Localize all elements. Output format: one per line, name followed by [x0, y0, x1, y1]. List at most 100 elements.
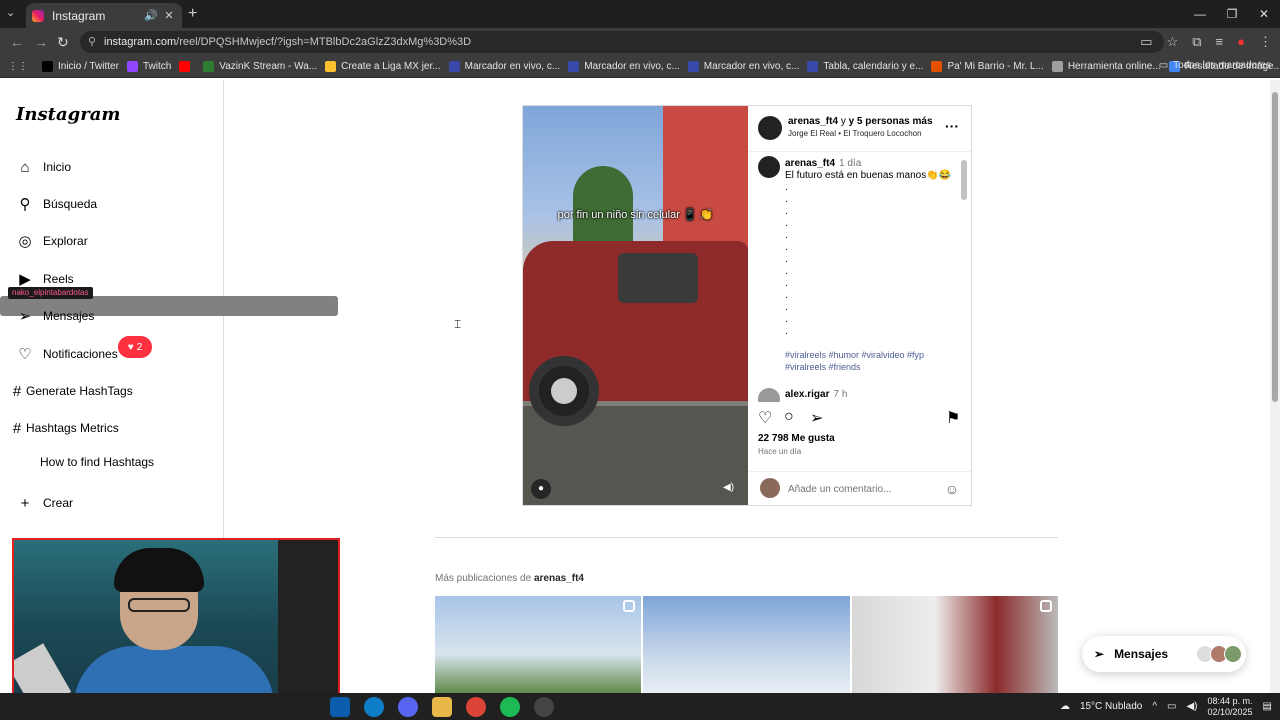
bookmark-item[interactable]: Marcador en vivo, c... [687, 61, 799, 72]
obs-icon[interactable] [534, 697, 554, 717]
commenter-avatar[interactable] [758, 388, 780, 402]
bookmark-item[interactable]: VazinK Stream - Wa... [203, 61, 317, 72]
sidebar-item-hashtags-metrics[interactable]: # Hashtags Metrics [8, 419, 119, 437]
comment-author[interactable]: arenas_ft4 1 día [785, 158, 861, 169]
reload-icon[interactable]: ↻ [57, 34, 69, 51]
bookmark-item[interactable]: Create a Liga MX jer... [325, 61, 441, 72]
volume-icon[interactable]: ◀) [1186, 701, 1197, 712]
streamer-hair [114, 548, 204, 592]
sidebar-item-inicio[interactable]: ⌂ Inicio [16, 158, 71, 176]
bookmark-favicon-icon [1051, 61, 1063, 72]
page-scroll-thumb[interactable] [1272, 92, 1278, 402]
all-bookmarks[interactable]: ▭ Todos los marcadores [1159, 60, 1271, 71]
tagged-users-icon[interactable]: ● [531, 479, 551, 499]
site-info-icon[interactable]: ⚲ [88, 31, 96, 53]
like-icon[interactable]: ♡ [758, 408, 772, 428]
sidebar-item-reels[interactable]: ▶ Reels [16, 270, 73, 288]
edge-icon[interactable] [364, 697, 384, 717]
comment-author-avatar[interactable] [758, 156, 780, 178]
comments-scrollbar[interactable] [961, 154, 967, 394]
extensions-icon[interactable]: ⧉ [1192, 34, 1201, 50]
sidebar-item-explorar[interactable]: ◎ Explorar [16, 232, 88, 250]
clock[interactable]: 08:44 p. m. 02/10/2025 [1208, 696, 1253, 718]
clock-date: 02/10/2025 [1207, 706, 1253, 717]
sidebar-item-busqueda[interactable]: ⚲ Búsqueda [16, 195, 98, 213]
spotify-icon[interactable] [500, 697, 520, 717]
post-thumbnail[interactable] [643, 596, 850, 693]
more-posts-author[interactable]: arenas_ft4 [534, 573, 584, 584]
file-explorer-icon[interactable] [432, 697, 452, 717]
save-icon[interactable]: ⚑ [946, 408, 960, 428]
bookmark-item[interactable]: Twitch [126, 61, 171, 72]
bookmark-item[interactable] [179, 61, 195, 72]
close-tab-icon[interactable]: ✕ [162, 9, 176, 22]
mute-icon[interactable]: ◀) [723, 482, 734, 493]
bookmark-item[interactable]: Pa' Mi Barrio - Mr. L... [931, 61, 1044, 72]
bookmark-item[interactable]: Tabla, calendario y e... [807, 61, 923, 72]
app-icon[interactable] [330, 697, 350, 717]
new-tab-icon[interactable]: + [188, 5, 197, 23]
back-icon[interactable]: ← [10, 34, 24, 50]
notifications-icon[interactable]: ▤ [1263, 701, 1272, 712]
next-comment[interactable]: alex.rigar 7 h [785, 389, 847, 400]
audio-icon[interactable]: 🔊 [144, 9, 158, 22]
comment-hashtags[interactable]: #viralreels #humor #viralvideo #fyp #vir… [785, 349, 945, 373]
restore-icon[interactable]: ❐ [1216, 0, 1248, 28]
coauthors-link[interactable]: y 5 personas más [849, 116, 933, 127]
post-thumbnail[interactable] [435, 596, 642, 693]
tab-search-icon[interactable]: ⌄ [6, 6, 15, 19]
post-author[interactable]: arenas_ft4 y y 5 personas más [788, 116, 933, 127]
bookmark-item[interactable]: Inicio / Twitter [42, 61, 119, 72]
comment-input[interactable]: Añade un comentario... [788, 484, 891, 495]
bookmarks-bar: ⋮⋮ Inicio / Twitter Twitch VazinK Stream -… [0, 56, 1280, 78]
cast-icon[interactable]: ▭ [1140, 34, 1152, 50]
author-avatar[interactable] [758, 116, 782, 140]
post-thumbnail[interactable] [851, 596, 1058, 693]
reel-video[interactable]: por fin un niño sin celular 📱 👏 ● ◀) [523, 106, 748, 505]
media-icon[interactable]: ≡ [1216, 34, 1224, 50]
user-avatar [760, 478, 780, 498]
page-scrollbar[interactable] [1270, 80, 1280, 693]
emoji-icon[interactable]: ☺ [945, 481, 959, 497]
tab-instagram[interactable]: Instagram 🔊 ✕ [26, 3, 182, 28]
apps-icon[interactable]: ⋮⋮ [8, 61, 28, 72]
sidebar-item-notificaciones[interactable]: ♡ Notificaciones [16, 345, 117, 363]
sidebar-item-mensajes[interactable]: ➢ Mensajes [16, 307, 95, 325]
hash-icon: # [12, 419, 22, 437]
share-icon[interactable]: ➢ [810, 408, 823, 428]
sidebar-item-how-to-find-hashtags[interactable]: How to find Hashtags [40, 455, 154, 469]
sidebar-item-generate-hashtags[interactable]: # Generate HashTags [8, 382, 133, 400]
likes-count[interactable]: 22 798 Me gusta [758, 433, 835, 444]
comments-scroll-thumb[interactable] [961, 160, 967, 200]
next-commenter-name[interactable]: alex.rigar [785, 389, 829, 400]
instagram-logo[interactable]: Instagram [16, 104, 120, 125]
author-name[interactable]: arenas_ft4 [788, 116, 838, 127]
bookmark-item[interactable]: Marcador en vivo, c... [568, 61, 680, 72]
forward-icon[interactable]: → [34, 34, 48, 50]
weather-label[interactable]: 15°C Nublado [1080, 701, 1142, 712]
chrome-icon[interactable] [466, 697, 486, 717]
instagram-favicon-icon [32, 9, 44, 22]
more-options-icon[interactable]: ··· [945, 118, 959, 134]
discord-icon[interactable] [398, 697, 418, 717]
address-bar[interactable]: ⚲ instagram.com/reel/DPQSHMwjecf/?igsh=M… [80, 31, 1164, 53]
tray-chevron-icon[interactable]: ^ [1152, 701, 1157, 712]
plus-icon: + [20, 494, 30, 512]
sidebar-item-crear[interactable]: + Crear [16, 494, 73, 512]
bookmark-favicon-icon [203, 61, 215, 72]
close-window-icon[interactable]: ✕ [1248, 0, 1280, 28]
bookmark-item[interactable]: Herramienta online... [1051, 61, 1161, 72]
more-posts-heading: Más publicaciones de arenas_ft4 [435, 573, 584, 584]
streamer-glasses [128, 598, 190, 612]
messages-floating-button[interactable]: ➢ Mensajes [1082, 636, 1246, 672]
bookmark-item[interactable]: Marcador en vivo, c... [448, 61, 560, 72]
sidebar-item-label: Explorar [43, 234, 88, 248]
audio-info[interactable]: Jorge El Real • El Troquero Locochon [788, 129, 922, 138]
minimize-icon[interactable]: — [1184, 0, 1216, 28]
comment-icon[interactable]: ○ [784, 408, 794, 426]
comment-author-name[interactable]: arenas_ft4 [785, 158, 835, 169]
network-icon[interactable]: ▭ [1167, 701, 1176, 712]
star-icon[interactable]: ☆ [1167, 34, 1179, 50]
menu-icon[interactable]: ⋮ [1259, 34, 1272, 50]
profile-icon[interactable]: ● [1237, 34, 1245, 50]
